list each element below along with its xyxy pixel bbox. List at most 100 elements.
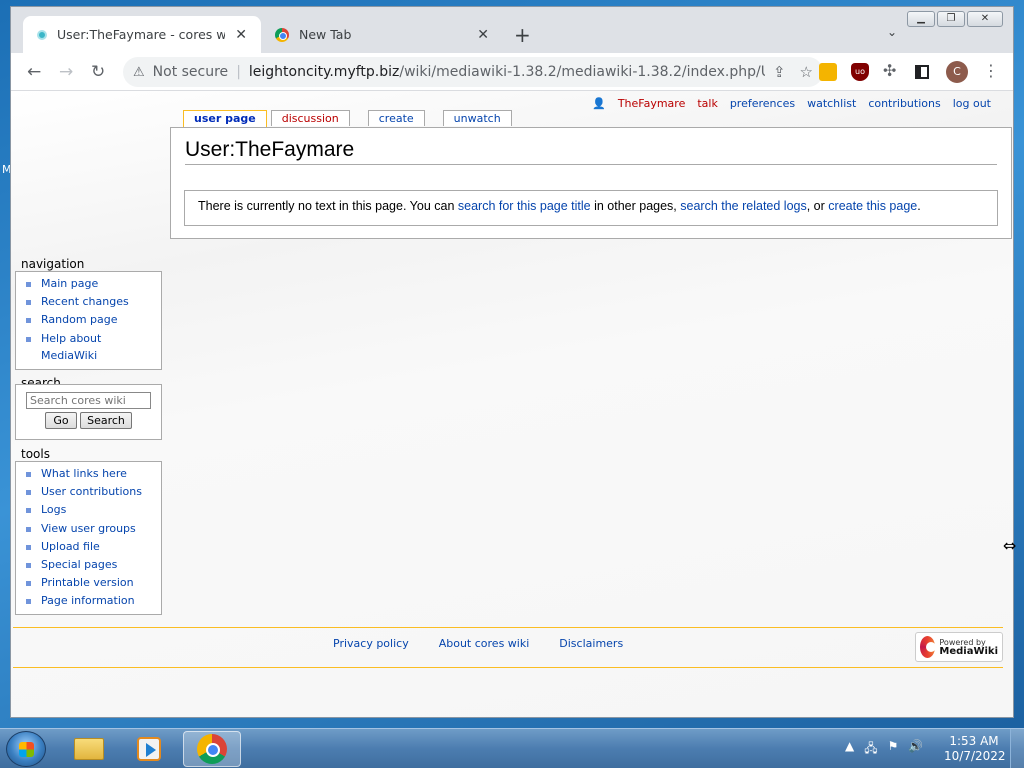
tab-title: User:TheFaymare - cores wiki <box>57 27 226 42</box>
side-panel-icon[interactable] <box>915 65 929 79</box>
logout-link[interactable]: log out <box>953 97 991 110</box>
menu-kebab-icon[interactable]: ⋮ <box>983 61 999 80</box>
no-text-notice: There is currently no text in this page.… <box>184 190 998 226</box>
navigation-heading: navigation <box>21 257 85 271</box>
omnibox-separator: | <box>236 64 241 80</box>
tab-new-tab[interactable]: New Tab ✕ <box>261 16 503 53</box>
back-arrow-icon[interactable]: ← <box>27 62 41 82</box>
notice-mid2: , or <box>806 199 829 213</box>
tab-user-page-link[interactable]: user page <box>183 110 267 127</box>
url-host: leightoncity.myftp.biz <box>248 64 400 80</box>
tool-upload-file[interactable]: Upload file <box>24 538 161 556</box>
tool-page-information[interactable]: Page information <box>24 592 161 610</box>
url-text[interactable]: leightoncity.myftp.biz/wiki/mediawiki-1.… <box>249 64 765 80</box>
tray-expand-icon[interactable]: ▲ <box>845 739 854 760</box>
go-button[interactable]: Go <box>45 412 77 429</box>
tab-unwatch[interactable]: unwatch <box>442 110 512 126</box>
tool-special-pages[interactable]: Special pages <box>24 556 161 574</box>
close-window-button[interactable]: ✕ <box>967 11 1003 27</box>
taskbar-chrome[interactable] <box>183 731 241 767</box>
close-tab-icon[interactable]: ✕ <box>235 27 247 43</box>
watchlist-link[interactable]: watchlist <box>807 97 856 110</box>
not-secure-label[interactable]: Not secure <box>153 64 229 80</box>
address-bar[interactable]: ⚠ Not secure | leightoncity.myftp.biz/wi… <box>123 57 823 87</box>
create-page-link[interactable]: create this page <box>828 199 917 213</box>
nav-random-page[interactable]: Random page <box>24 311 161 329</box>
new-tab-plus-icon[interactable]: + <box>514 23 531 47</box>
browser-toolbar: ← → ↻ ⚠ Not secure | leightoncity.myftp.… <box>11 53 1013 91</box>
tab-user-page[interactable]: User:TheFaymare - cores wiki ✕ <box>23 16 261 53</box>
taskbar-media-player[interactable] <box>120 731 178 767</box>
tool-logs[interactable]: Logs <box>24 501 161 519</box>
media-player-icon <box>137 737 161 761</box>
about-wiki-link[interactable]: About cores wiki <box>439 637 530 650</box>
tool-view-user-groups[interactable]: View user groups <box>24 520 161 538</box>
volume-icon[interactable]: 🔊 <box>908 739 923 760</box>
rss-extension-icon[interactable] <box>819 63 837 81</box>
show-desktop-button[interactable] <box>1010 729 1024 768</box>
tab-discussion[interactable]: discussion <box>270 110 350 126</box>
nav-help[interactable]: Help about <box>24 330 161 348</box>
page-actions: user page discussion create unwatch <box>183 110 512 127</box>
browser-window: User:TheFaymare - cores wiki ✕ New Tab ✕… <box>10 6 1014 718</box>
bookmark-star-icon[interactable]: ☆ <box>800 63 813 81</box>
privacy-policy-link[interactable]: Privacy policy <box>333 637 409 650</box>
clock-time: 1:53 AM <box>949 734 999 748</box>
tab-search-chevron-icon[interactable]: ⌄ <box>887 25 897 39</box>
notice-prefix: There is currently no text in this page.… <box>198 199 458 213</box>
tool-printable-version[interactable]: Printable version <box>24 574 161 592</box>
navigation-portlet: Main page Recent changes Random page Hel… <box>15 271 162 370</box>
powered-by-mediawiki-badge[interactable]: Powered by MediaWiki <box>915 632 1003 662</box>
notice-mid1: in other pages, <box>590 199 681 213</box>
search-logs-link[interactable]: search the related logs <box>680 199 806 213</box>
nav-help-cont[interactable]: MediaWiki <box>24 347 161 365</box>
close-tab-icon[interactable]: ✕ <box>477 27 489 43</box>
system-clock[interactable]: 1:53 AM 10/7/2022 <box>944 734 1006 764</box>
tool-what-links-here[interactable]: What links here <box>24 465 161 483</box>
extensions-puzzle-icon[interactable]: ✣ <box>883 61 901 80</box>
action-center-flag-icon[interactable]: ⚑ <box>888 739 899 760</box>
clock-date: 10/7/2022 <box>944 749 1006 763</box>
network-icon[interactable]: 🖧 <box>864 739 877 760</box>
profile-avatar[interactable]: C <box>946 61 968 83</box>
wiki-footer: Privacy policy About cores wiki Disclaim… <box>13 627 1003 668</box>
share-icon[interactable]: ⇪ <box>773 63 786 81</box>
search-input[interactable] <box>26 392 151 409</box>
powered-by-text: Powered by MediaWiki <box>939 638 998 657</box>
tab-create[interactable]: create <box>367 110 425 126</box>
powered-line2: MediaWiki <box>939 646 998 657</box>
mediawiki-logo-icon <box>920 636 937 658</box>
ublock-extension-icon[interactable]: uo <box>851 63 869 81</box>
tools-portlet: What links here User contributions Logs … <box>15 461 162 615</box>
start-button[interactable] <box>6 731 46 767</box>
page-title: User:TheFaymare <box>185 138 997 165</box>
restore-button[interactable]: ❐ <box>937 11 965 27</box>
talk-link[interactable]: talk <box>697 97 717 110</box>
tab-title: New Tab <box>299 27 352 42</box>
footer-links: Privacy policy About cores wiki Disclaim… <box>333 637 623 650</box>
warning-triangle-icon[interactable]: ⚠ <box>133 65 145 80</box>
taskbar: ▲ 🖧 ⚑ 🔊 1:53 AM 10/7/2022 <box>0 728 1024 768</box>
nav-main-page[interactable]: Main page <box>24 275 161 293</box>
chrome-icon <box>197 734 227 764</box>
search-button[interactable]: Search <box>80 412 132 429</box>
taskbar-explorer[interactable] <box>60 731 118 767</box>
contributions-link[interactable]: contributions <box>868 97 940 110</box>
nav-recent-changes[interactable]: Recent changes <box>24 293 161 311</box>
search-title-link[interactable]: search for this page title <box>458 199 591 213</box>
user-icon: 👤 <box>592 97 606 110</box>
reload-icon[interactable]: ↻ <box>91 62 105 82</box>
preferences-link[interactable]: preferences <box>730 97 795 110</box>
disclaimers-link[interactable]: Disclaimers <box>559 637 623 650</box>
tool-user-contributions[interactable]: User contributions <box>24 483 161 501</box>
minimize-button[interactable]: ▁ <box>907 11 935 27</box>
folder-icon <box>74 738 104 760</box>
forward-arrow-icon[interactable]: → <box>59 62 73 82</box>
personal-tools: 👤 TheFaymare talk preferences watchlist … <box>592 97 991 110</box>
url-path: /wiki/mediawiki-1.38.2/mediawiki-1.38.2/… <box>399 64 765 80</box>
username-link[interactable]: TheFaymare <box>618 97 686 110</box>
omnibox-actions: ⇪ ☆ <box>773 63 813 81</box>
wiki-page: 👤 TheFaymare talk preferences watchlist … <box>11 91 1013 717</box>
notice-suffix: . <box>917 199 921 213</box>
content-area: User:TheFaymare There is currently no te… <box>170 127 1012 239</box>
